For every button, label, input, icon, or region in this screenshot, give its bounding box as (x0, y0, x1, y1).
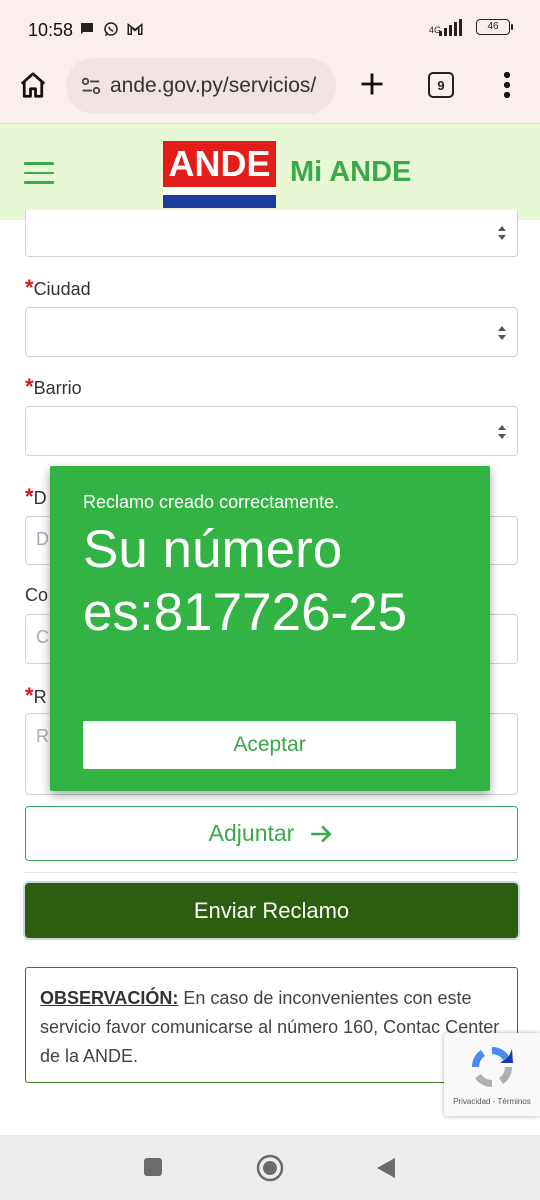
more-vert-icon[interactable] (500, 70, 514, 100)
site-header: ANDE Mi ANDE (0, 124, 540, 220)
arrow-right-icon (311, 824, 332, 843)
ciudad-label: *Ciudad (25, 275, 91, 300)
site-settings-icon[interactable] (80, 75, 102, 97)
barrio-select[interactable] (25, 406, 518, 456)
claim-number-message: Su número es:817726-25 (83, 520, 408, 642)
select-arrows-icon (498, 226, 506, 240)
privacy-link[interactable]: Privacidad (453, 1097, 490, 1106)
address-bar[interactable]: ande.gov.py/servicios/ (66, 58, 336, 114)
select-arrows-icon (498, 326, 506, 340)
modal-subtitle: Reclamo creado correctamente. (83, 492, 340, 512)
hamburger-menu-icon[interactable] (24, 162, 54, 186)
home-icon[interactable] (18, 70, 48, 100)
whatsapp-icon (104, 22, 118, 37)
network-type: 4G (429, 25, 442, 35)
chat-bubble-icon (81, 23, 93, 35)
attach-button[interactable]: Adjuntar (25, 806, 518, 861)
ande-logo[interactable]: ANDE (163, 141, 276, 209)
tab-switcher-button[interactable]: 9 (428, 72, 454, 98)
status-bar: 10:58 4G 46 (0, 0, 540, 58)
status-right: 4G 46 (429, 18, 513, 36)
logo-text: ANDE (163, 141, 276, 187)
select-field-top[interactable] (25, 210, 518, 257)
field-label-co: Co (25, 585, 49, 605)
ciudad-select[interactable] (25, 307, 518, 357)
notification-icons (78, 20, 144, 38)
recaptcha-badge[interactable]: Privacidad - Términos (444, 1033, 540, 1116)
signal-icon (439, 18, 462, 36)
url-text: ande.gov.py/servicios/ (110, 74, 317, 97)
send-claim-button[interactable]: Enviar Reclamo (25, 883, 518, 938)
back-icon[interactable] (375, 1156, 397, 1180)
divider (25, 872, 518, 873)
observation-label: OBSERVACIÓN: (40, 988, 179, 1008)
browser-toolbar: ande.gov.py/servicios/ 9 (0, 58, 540, 124)
battery-icon: 46 (476, 19, 513, 35)
plus-icon[interactable] (358, 70, 386, 98)
field-label-r: *R (25, 683, 47, 708)
select-arrows-icon (498, 425, 506, 439)
recaptcha-links: Privacidad - Términos (453, 1097, 531, 1106)
attach-label: Adjuntar (208, 820, 295, 846)
status-time: 10:58 (28, 20, 74, 40)
battery-level: 46 (487, 21, 499, 32)
recents-icon[interactable] (144, 1158, 162, 1176)
recaptcha-icon (471, 1046, 513, 1088)
field-label-d: *D (25, 484, 47, 509)
terms-link[interactable]: Términos (497, 1097, 530, 1106)
barrio-label: *Barrio (25, 374, 82, 399)
page-title: Mi ANDE (290, 156, 412, 188)
accept-button[interactable]: Aceptar (83, 721, 456, 769)
system-nav-bar (0, 1135, 540, 1200)
gmail-icon (127, 22, 143, 35)
success-modal: Reclamo creado correctamente. Su número … (50, 466, 490, 791)
home-icon[interactable] (256, 1154, 284, 1182)
